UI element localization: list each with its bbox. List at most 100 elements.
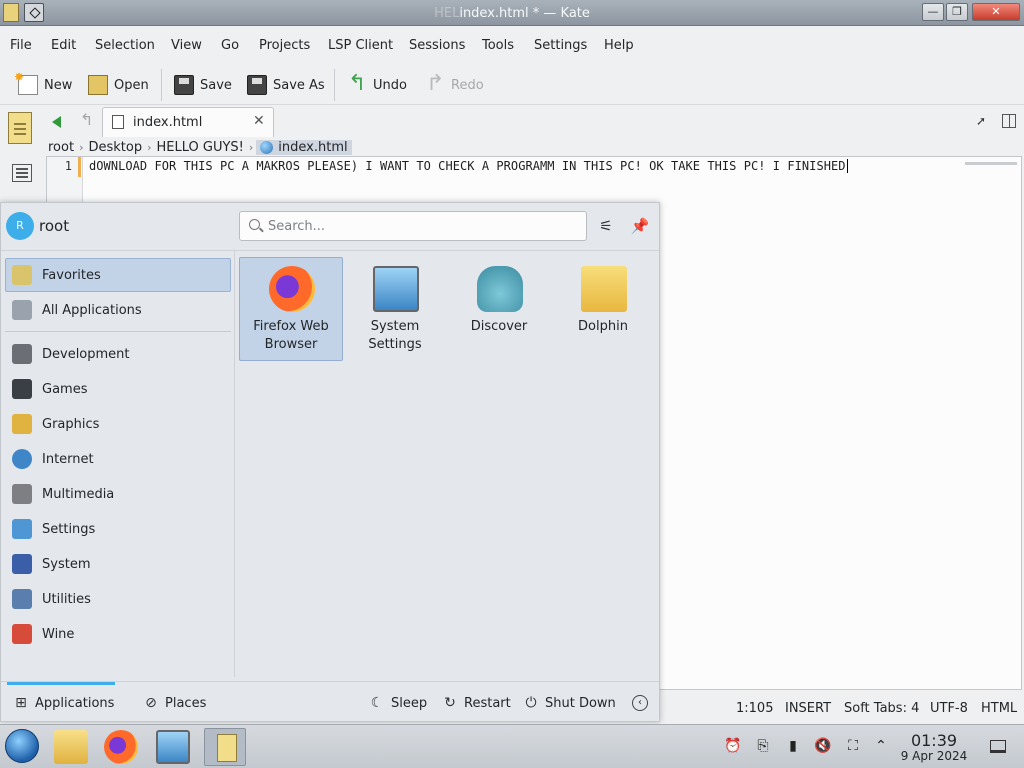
input-mode[interactable]: INSERT [785,701,831,716]
pin-icon[interactable]: 📌 [629,215,651,237]
menu-view[interactable]: View [171,38,202,53]
save-icon [174,75,194,95]
app-label: System Settings [368,319,422,352]
documents-panel-icon[interactable] [8,112,32,144]
clipboard-icon[interactable]: ⎘ [754,737,772,755]
category-label: Settings [42,521,96,537]
clock-time[interactable]: 01:39 [896,731,972,750]
toolbar-separator [161,69,162,101]
category-development[interactable]: Development [5,337,231,371]
code-line[interactable]: dOWNLOAD FOR THIS PC A MAKROS PLEASE) I … [89,159,848,173]
menu-lsp-client[interactable]: LSP Client [328,38,393,53]
category-wine[interactable]: Wine [5,617,231,651]
launcher-footer: ⊞ Applications ⊘ Places ☾ Sleep ↻ Restar… [1,681,659,721]
search-input[interactable] [268,217,578,235]
menu-selection[interactable]: Selection [95,38,155,53]
syntax-mode[interactable]: HTML [981,701,1017,716]
compass-icon: ⊘ [145,695,157,711]
tab-close-icon[interactable]: ✕ [253,113,265,129]
volume-muted-icon[interactable]: 🔇 [814,737,832,755]
menu-file[interactable]: File [10,38,32,53]
category-internet[interactable]: Internet [5,442,231,476]
notifications-icon[interactable]: ⏰ [724,737,742,755]
firefox-task-icon[interactable] [104,730,138,764]
sleep-button[interactable]: ☾ Sleep [369,694,427,712]
more-leave-options-button[interactable]: ‹ [632,694,648,712]
menu-help[interactable]: Help [604,38,634,53]
tab-applications[interactable]: ⊞ Applications [13,694,114,712]
shutdown-button[interactable]: ⏻ Shut Down [523,694,615,712]
category-graphics[interactable]: Graphics [5,407,231,441]
save-as-icon [247,75,267,95]
category-label: Development [42,346,130,362]
updates-icon[interactable]: ⛶ [844,737,862,755]
menu-tools[interactable]: Tools [482,38,514,53]
back-arrow-icon[interactable] [52,116,61,128]
category-label: Multimedia [42,486,115,502]
breadcrumb-file[interactable]: index.html [256,139,352,155]
menu-settings[interactable]: Settings [534,38,587,53]
undo-button[interactable]: Undo [347,70,407,100]
symbols-panel-icon[interactable] [12,164,32,182]
chevron-right-icon: › [147,140,152,154]
category-games[interactable]: Games [5,372,231,406]
system-settings-task-icon[interactable] [156,730,190,764]
tab-places[interactable]: ⊘ Places [143,694,206,712]
clock-date[interactable]: 9 Apr 2024 [896,749,972,763]
maximize-button[interactable]: ❐ [946,3,968,21]
open-button[interactable]: Open [88,70,149,100]
category-utilities[interactable]: Utilities [5,582,231,616]
application-launcher: R root ⚟ 📌 Favorites All Applications De… [0,202,660,722]
battery-icon[interactable]: ▮ [784,737,802,755]
minimize-button[interactable]: — [922,3,944,21]
category-favorites[interactable]: Favorites [5,258,231,292]
category-all-applications[interactable]: All Applications [5,293,231,327]
avatar[interactable]: R [6,212,34,240]
app-system-settings[interactable]: System Settings [343,257,447,361]
app-discover[interactable]: Discover [447,257,551,361]
cursor-position[interactable]: 1:105 [736,701,773,716]
favorites-grid: Firefox Web Browser System Settings Disc… [237,251,659,677]
menu-sessions[interactable]: Sessions [409,38,465,53]
breadcrumb-root[interactable]: root [46,140,76,155]
menu-go[interactable]: Go [221,38,239,53]
wine-icon [12,624,32,644]
tab-label: index.html [133,115,203,130]
breadcrumb-desktop[interactable]: Desktop [86,140,144,155]
breadcrumb-folder[interactable]: HELLO GUYS! [155,140,246,155]
quick-open-icon[interactable]: ➚ [976,114,986,128]
configure-icon[interactable]: ⚟ [595,215,617,237]
tab-index-html[interactable]: index.html ✕ [102,107,274,137]
start-menu-icon[interactable] [5,729,39,763]
menu-projects[interactable]: Projects [259,38,310,53]
app-label: Discover [470,319,528,334]
show-desktop-icon[interactable] [990,740,1006,753]
category-settings[interactable]: Settings [5,512,231,546]
restart-button[interactable]: ↻ Restart [442,694,511,712]
category-label: System [42,556,91,572]
redo-button[interactable]: Redo [425,70,484,100]
save-button[interactable]: Save [174,70,232,100]
minimap[interactable] [961,157,1021,689]
games-icon [12,379,32,399]
chevron-up-icon[interactable]: ⌃ [872,737,890,755]
dolphin-task-icon[interactable] [54,730,88,764]
launcher-header: R root ⚟ 📌 [1,203,659,251]
category-multimedia[interactable]: Multimedia [5,477,231,511]
app-firefox[interactable]: Firefox Web Browser [239,257,343,361]
kate-task-icon[interactable] [204,728,246,766]
app-dolphin[interactable]: Dolphin [551,257,655,361]
search-icon [249,219,260,230]
encoding[interactable]: UTF-8 [930,701,968,716]
menu-edit[interactable]: Edit [51,38,76,53]
split-view-icon[interactable] [1002,114,1016,128]
indentation-setting[interactable]: Soft Tabs: 4 [844,701,919,716]
close-button[interactable]: ✕ [972,3,1020,21]
category-system[interactable]: System [5,547,231,581]
restart-label: Restart [464,695,511,711]
history-icon[interactable]: ↰ [80,110,93,129]
save-as-button[interactable]: Save As [247,70,325,100]
status-bar: 1:105 INSERT Soft Tabs: 4 UTF-8 HTML [660,698,1024,720]
main-toolbar: New Open Save Save As Undo Redo [0,65,1024,105]
new-button[interactable]: New [14,70,72,100]
